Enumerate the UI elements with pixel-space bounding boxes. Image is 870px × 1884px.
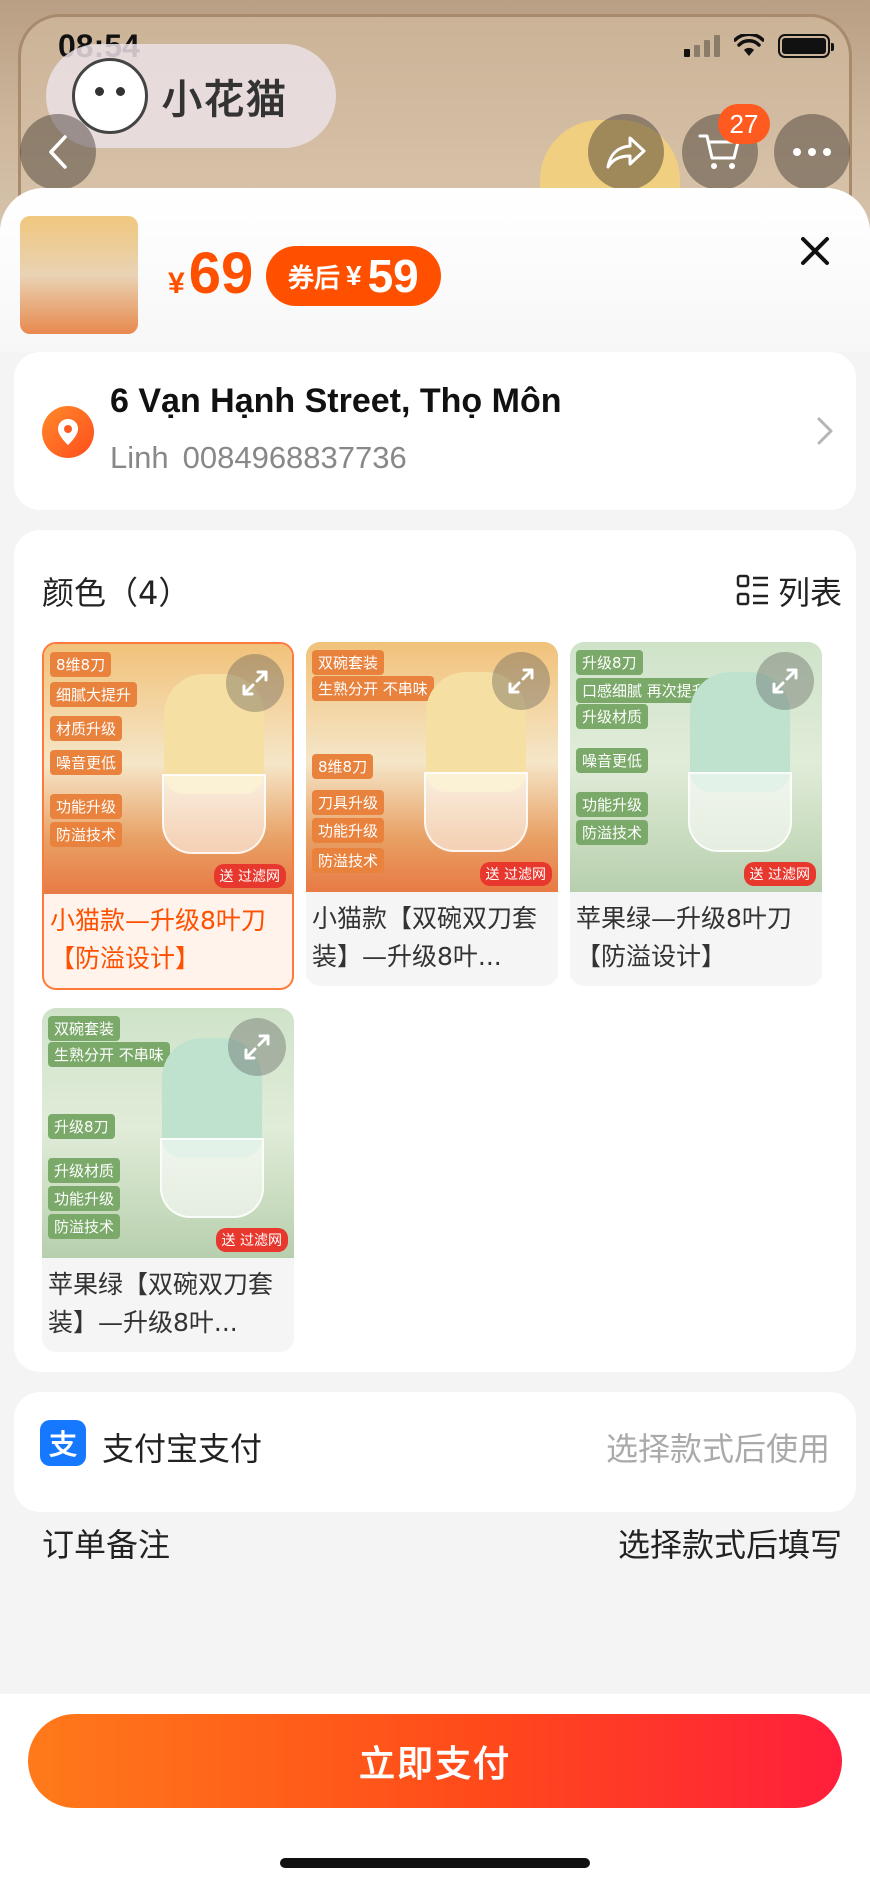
image-tag: 8维8刀 (50, 652, 112, 677)
image-tag: 升级8刀 (48, 1114, 115, 1139)
blender-jar (162, 774, 266, 854)
recipient-name: Linh (110, 440, 169, 475)
cat-mascot-icon (72, 58, 148, 134)
share-icon (606, 136, 646, 169)
list-view-toggle[interactable]: 列表 (736, 568, 842, 614)
more-button[interactable] (774, 114, 850, 190)
sku-option-image: 8维8刀 细腻大提升 材质升级 噪音更低 功能升级 防溢技术 送 过滤网 (44, 644, 292, 894)
image-tag: 双碗套装 (48, 1016, 121, 1041)
blender-jar (160, 1138, 264, 1218)
image-tag: 8维8刀 (312, 754, 374, 779)
payment-method-card[interactable]: 支 支付宝支付 选择款式后使用 (14, 1392, 856, 1512)
color-section-title: 颜色（4） (42, 574, 191, 612)
share-button[interactable] (588, 114, 664, 190)
order-note-hint: 选择款式后填写 (617, 1526, 842, 1564)
more-dots-icon (793, 148, 831, 156)
image-tag: 防溢技术 (312, 848, 385, 873)
price-currency: ¥ (168, 267, 185, 300)
list-view-icon (736, 574, 768, 606)
gift-tag: 送 过滤网 (479, 862, 552, 886)
close-icon[interactable] (790, 226, 840, 276)
chevron-left-icon (49, 135, 67, 169)
image-tag: 升级8刀 (576, 650, 643, 675)
selected-product-thumbnail[interactable] (20, 216, 138, 334)
image-tag: 防溢技术 (50, 822, 123, 847)
image-tag: 升级材质 (48, 1158, 121, 1183)
address-card[interactable]: 6 Vạn Hạnh Street, Thọ Môn Linh 00849688… (14, 352, 856, 510)
location-pin-icon (42, 406, 94, 458)
order-note-row[interactable]: 订单备注 选择款式后填写 (42, 1510, 842, 1564)
home-indicator[interactable] (280, 1858, 590, 1868)
sku-option-label: 小猫款【双碗双刀套装】—升级8叶... (312, 904, 538, 971)
sku-selection-sheet: ¥ 69 券后 ¥ 59 6 Vạn Hạnh Street, Thọ Môn … (0, 188, 870, 1884)
image-tag: 功能升级 (312, 818, 385, 843)
expand-icon[interactable] (228, 1018, 286, 1076)
expand-icon[interactable] (492, 652, 550, 710)
address-line: 6 Vạn Hạnh Street, Thọ Môn (110, 382, 562, 420)
image-tag: 生熟分开 不串味 (312, 676, 434, 701)
wifi-icon (734, 34, 764, 56)
expand-icon[interactable] (756, 652, 814, 710)
sku-option-green-double-bowl[interactable]: 双碗套装 生熟分开 不串味 升级8刀 升级材质 功能升级 防溢技术 送 过滤网 … (42, 1008, 294, 1352)
sku-option-green-8blade[interactable]: 升级8刀 口感细腻 再次提升 升级材质 噪音更低 功能升级 防溢技术 送 过滤网… (570, 642, 822, 986)
sku-option-image: 双碗套装 生熟分开 不串味 升级8刀 升级材质 功能升级 防溢技术 送 过滤网 (42, 1008, 294, 1258)
blender-jar (424, 772, 528, 852)
blender-jar (688, 772, 792, 852)
image-tag: 噪音更低 (50, 750, 123, 775)
coupon-label: 券后 (288, 263, 341, 294)
cart-count-badge: 27 (718, 104, 770, 144)
cellular-signal-icon (684, 35, 720, 57)
back-button[interactable] (20, 114, 96, 190)
sku-option-cat-8blade[interactable]: 8维8刀 细腻大提升 材质升级 噪音更低 功能升级 防溢技术 送 过滤网 小猫款… (42, 642, 294, 990)
pay-now-button[interactable]: 立即支付 (28, 1714, 842, 1808)
sku-option-cat-double-bowl[interactable]: 双碗套装 生熟分开 不串味 8维8刀 刀具升级 功能升级 防溢技术 送 过滤网 … (306, 642, 558, 986)
image-tag: 细腻大提升 (50, 682, 138, 707)
image-tag: 生熟分开 不串味 (48, 1042, 170, 1067)
list-view-label: 列表 (777, 574, 842, 612)
image-tag: 防溢技术 (576, 820, 649, 845)
sku-option-image: 升级8刀 口感细腻 再次提升 升级材质 噪音更低 功能升级 防溢技术 送 过滤网 (570, 642, 822, 892)
shop-name: 小花猫 (162, 76, 288, 123)
chevron-right-icon (817, 417, 833, 445)
gift-tag: 送 过滤网 (215, 1228, 288, 1252)
gift-tag: 送 过滤网 (743, 862, 816, 886)
sheet-header: ¥ 69 券后 ¥ 59 (0, 188, 870, 352)
image-tag: 刀具升级 (312, 790, 385, 815)
sku-option-label: 苹果绿—升级8叶刀【防溢设计】 (576, 904, 792, 971)
sku-header: 颜色（4） 列表 (42, 568, 842, 614)
payment-method-hint: 选择款式后使用 (605, 1430, 830, 1468)
recipient-phone: 0084968837736 (182, 440, 407, 475)
sku-option-image: 双碗套装 生熟分开 不串味 8维8刀 刀具升级 功能升级 防溢技术 送 过滤网 (306, 642, 558, 892)
price: ¥ 69 (168, 240, 253, 307)
coupon-currency: ¥ (346, 260, 362, 291)
sku-option-label: 苹果绿【双碗双刀套装】—升级8叶... (48, 1270, 274, 1337)
image-tag: 功能升级 (48, 1186, 121, 1211)
order-note-label: 订单备注 (42, 1526, 171, 1564)
alipay-icon: 支 (40, 1420, 86, 1466)
recipient-info: Linh 0084968837736 (110, 440, 407, 476)
coupon-price-badge: 券后 ¥ 59 (266, 246, 441, 306)
image-tag: 双碗套装 (312, 650, 385, 675)
image-tag: 功能升级 (576, 792, 649, 817)
expand-icon[interactable] (226, 654, 284, 712)
image-tag: 升级材质 (576, 704, 649, 729)
status-icons (684, 34, 834, 58)
battery-icon (778, 34, 834, 58)
price-value: 69 (188, 241, 254, 306)
sku-option-label: 小猫款—升级8叶刀【防溢设计】 (50, 906, 266, 973)
image-tag: 防溢技术 (48, 1214, 121, 1239)
image-tag: 噪音更低 (576, 748, 649, 773)
payment-method-label: 支付宝支付 (102, 1430, 263, 1468)
image-tag: 功能升级 (50, 794, 123, 819)
footer-bar: 立即支付 (0, 1694, 870, 1884)
coupon-price-value: 59 (367, 250, 419, 302)
sku-card: 颜色（4） 列表 8维8刀 细腻大提升 材质升级 噪音更低 功能升级 防溢技术 … (14, 530, 856, 1564)
gift-tag: 送 过滤网 (213, 864, 286, 888)
image-tag: 材质升级 (50, 716, 123, 741)
